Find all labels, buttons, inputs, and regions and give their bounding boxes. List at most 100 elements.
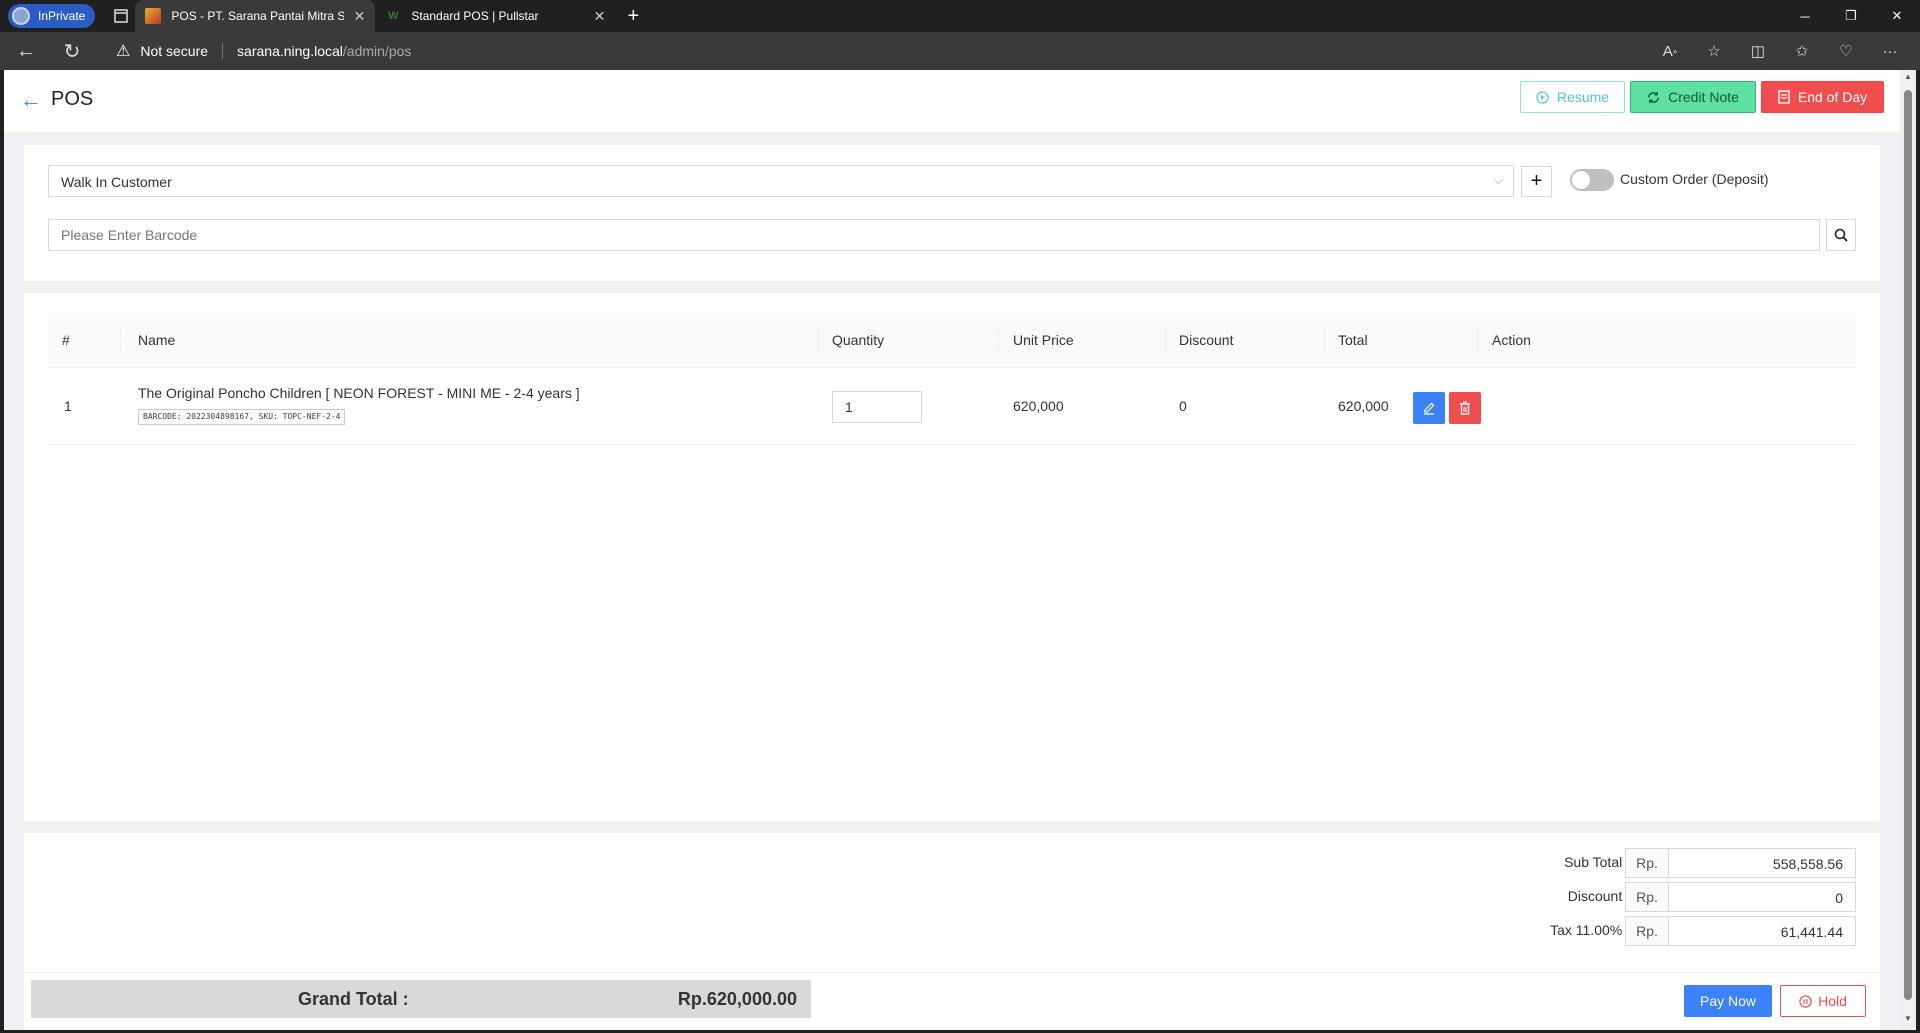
address-bar: ← ↻ ⚠ Not secure sarana.ning.local/admin… (0, 32, 1920, 70)
summary-divider (24, 972, 1880, 973)
end-of-day-label: End of Day (1797, 89, 1868, 105)
pencil-icon (1424, 402, 1435, 415)
tax-row: Tax 11.00% : Rp. 61,441.44 (24, 916, 1880, 946)
sync-icon (1648, 91, 1659, 103)
discount-label: Discount : (1567, 888, 1630, 904)
custom-order-toggle[interactable] (1570, 169, 1614, 191)
close-tab-icon[interactable]: ✕ (594, 8, 606, 25)
column-divider (1477, 329, 1478, 351)
close-window-icon[interactable]: ✕ (1874, 0, 1920, 32)
column-divider (1324, 329, 1325, 351)
window-controls: ─ ❐ ✕ (1782, 0, 1920, 32)
favorite-star-icon[interactable]: ☆ (1694, 35, 1734, 67)
pos-page: ← POS Resume Credit Note End of Day Walk… (4, 70, 1900, 1030)
tab-pos[interactable]: POS - PT. Sarana Pantai Mitra Se ✕ (135, 0, 376, 32)
currency-addon: Rp. (1625, 882, 1669, 912)
subtotal-row: Sub Total : Rp. 558,558.56 (24, 848, 1880, 878)
product-barcode-tag: BARCODE: 2022304898167, SKU: TOPC-NEF-2-… (138, 409, 346, 425)
inprivate-label: InPrivate (38, 9, 86, 23)
url-field[interactable]: ⚠ Not secure sarana.ning.local/admin/pos (116, 41, 411, 61)
column-divider (1165, 329, 1166, 351)
custom-order-label: Custom Order (Deposit) (1620, 171, 1769, 187)
resume-label: Resume (1556, 89, 1610, 105)
refresh-icon[interactable]: ↻ (52, 35, 92, 67)
column-header: Total (1338, 332, 1368, 348)
security-label: Not secure (140, 43, 209, 59)
quantity-input[interactable] (832, 391, 922, 423)
unit-price: 620,000 (1013, 398, 1064, 414)
column-header: Unit Price (1013, 332, 1074, 348)
grand-total-value: Rp.620,000.00 (677, 989, 797, 1009)
url-divider (222, 43, 224, 59)
table-row: 1 The Original Poncho Children [ NEON FO… (48, 368, 1856, 445)
product-name: The Original Poncho Children [ NEON FORE… (138, 385, 580, 401)
browser-essentials-icon[interactable]: ♡ (1826, 35, 1866, 67)
end-of-day-button[interactable]: End of Day (1761, 81, 1884, 113)
inprivate-badge[interactable]: InPrivate (8, 4, 96, 28)
new-tab-icon[interactable]: + (619, 2, 647, 30)
customer-selected-value: Walk In Customer (61, 174, 172, 190)
column-divider (818, 329, 819, 351)
page-scrollbar[interactable]: ▲ ▼ (1900, 70, 1916, 1030)
report-icon (1778, 90, 1790, 104)
url-host: sarana.ning.local (237, 43, 343, 59)
grand-total-label: Grand Total : (298, 989, 409, 1009)
pause-circle-icon (1799, 994, 1812, 1008)
favorites-icon[interactable]: ✩ (1782, 35, 1822, 67)
barcode-input[interactable] (48, 219, 1820, 251)
hold-button[interactable]: Hold (1780, 985, 1866, 1017)
more-menu-icon[interactable]: ··· (1870, 35, 1910, 67)
customer-select[interactable]: Walk In Customer ⌵ (48, 165, 1514, 197)
cart-card: # Name Quantity Unit Price Discount Tota… (24, 293, 1880, 821)
trash-icon (1460, 401, 1470, 415)
credit-note-label: Credit Note (1668, 89, 1739, 105)
tab-actions-icon[interactable] (107, 2, 135, 30)
play-circle-icon (1536, 90, 1549, 104)
browser-toolbar: A» ☆ ◫ ✩ ♡ ··· (1650, 32, 1910, 70)
discount-row: Discount : Rp. 0 (24, 882, 1880, 912)
site-favicon-icon (145, 8, 162, 24)
back-arrow-icon[interactable]: ← (20, 87, 42, 113)
tab-standard-pos[interactable]: W Standard POS | Pullstar ✕ (375, 0, 615, 32)
search-button[interactable] (1826, 219, 1856, 251)
close-tab-icon[interactable]: ✕ (354, 8, 366, 25)
url-path: /admin/pos (342, 43, 412, 59)
chevron-down-icon: ⌵ (1493, 173, 1503, 187)
column-header: # (62, 332, 70, 348)
edit-button[interactable] (1413, 392, 1445, 424)
credit-note-button[interactable]: Credit Note (1630, 81, 1756, 113)
subtotal-label: Sub Total : (1564, 854, 1630, 870)
tax-field: 61,441.44 (1668, 916, 1856, 946)
tax-label: Tax 11.00% : (1550, 922, 1630, 938)
warning-icon: ⚠ (116, 43, 131, 60)
customer-card: Walk In Customer ⌵ + Custom Order (Depos… (24, 145, 1880, 281)
line-total: 620,000 (1338, 398, 1389, 414)
tab-title: Standard POS | Pullstar (411, 9, 539, 23)
split-screen-icon[interactable]: ◫ (1738, 35, 1778, 67)
page-title: POS (51, 88, 94, 110)
pay-now-button[interactable]: Pay Now (1684, 985, 1772, 1017)
column-divider (998, 329, 999, 351)
delete-button[interactable] (1449, 392, 1481, 424)
read-aloud-icon[interactable]: A» (1650, 35, 1690, 67)
restore-icon[interactable]: ❐ (1828, 0, 1874, 32)
discount-field: 0 (1668, 882, 1856, 912)
column-header: Action (1492, 332, 1531, 348)
hold-label: Hold (1818, 993, 1847, 1009)
column-divider (120, 329, 121, 351)
summary-card: Sub Total : Rp. 558,558.56 Discount : Rp… (24, 833, 1880, 1030)
row-index: 1 (64, 398, 72, 414)
scroll-up-icon[interactable]: ▲ (1900, 72, 1916, 86)
browser-tab-bar: InPrivate POS - PT. Sarana Pantai Mitra … (0, 0, 1920, 32)
scrollbar-thumb[interactable] (1904, 90, 1912, 1000)
resume-button[interactable]: Resume (1520, 81, 1625, 113)
column-header: Quantity (832, 332, 885, 348)
currency-addon: Rp. (1625, 916, 1669, 946)
add-customer-button[interactable]: + (1521, 166, 1552, 197)
search-icon (1834, 228, 1848, 242)
minimize-icon[interactable]: ─ (1782, 0, 1828, 32)
table-header: # Name Quantity Unit Price Discount Tota… (48, 313, 1856, 368)
back-icon[interactable]: ← (6, 35, 46, 67)
scroll-down-icon[interactable]: ▼ (1900, 1014, 1916, 1028)
column-header: Name (138, 332, 176, 348)
